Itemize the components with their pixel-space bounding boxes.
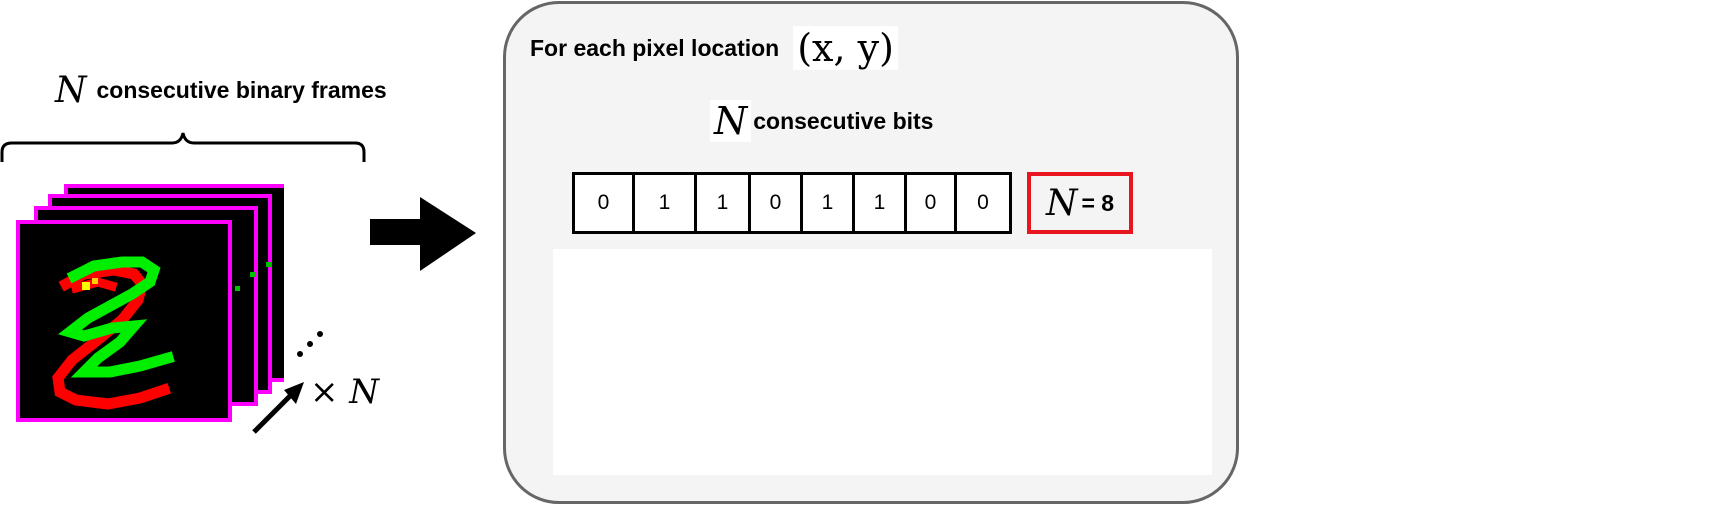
n-value-text: = 8 xyxy=(1081,189,1115,216)
bits-heading: N consecutive bits xyxy=(710,100,933,142)
ellipsis-dot xyxy=(317,331,323,337)
bit-sequence: 0 1 1 0 1 1 0 0 xyxy=(572,172,1012,234)
frames-brace xyxy=(0,132,366,162)
bits-label: consecutive bits xyxy=(753,107,934,134)
bit-cell: 0 xyxy=(907,175,957,231)
bit-cell: 1 xyxy=(855,175,907,231)
ellipsis-dot xyxy=(307,341,313,347)
bit-cell: 0 xyxy=(575,175,635,231)
bit-cell: 1 xyxy=(697,175,751,231)
ellipsis-dot xyxy=(297,351,303,357)
frames-title: N consecutive binary frames xyxy=(55,69,387,111)
bit-cell: 1 xyxy=(803,175,855,231)
pixel-heading-text: For each pixel location xyxy=(530,34,780,61)
right-arrow-icon xyxy=(370,197,476,271)
n-value-symbol: N xyxy=(1045,182,1078,224)
frames-label: consecutive binary frames xyxy=(96,76,387,103)
bit-cell: 1 xyxy=(635,175,697,231)
stack-arrow-shaft xyxy=(252,392,294,434)
blank-content-area xyxy=(553,249,1212,475)
n-value-box: N = 8 xyxy=(1027,172,1133,234)
bit-cell: 0 xyxy=(977,191,989,214)
pixel-coordinate: (x, y) xyxy=(793,26,898,70)
pixel-heading: For each pixel location (x, y) xyxy=(530,26,898,70)
times-n-label: × N xyxy=(310,372,380,412)
bits-n-symbol: N xyxy=(710,100,752,142)
frames-n-symbol: N xyxy=(55,69,87,111)
bit-cell: 0 xyxy=(751,175,803,231)
